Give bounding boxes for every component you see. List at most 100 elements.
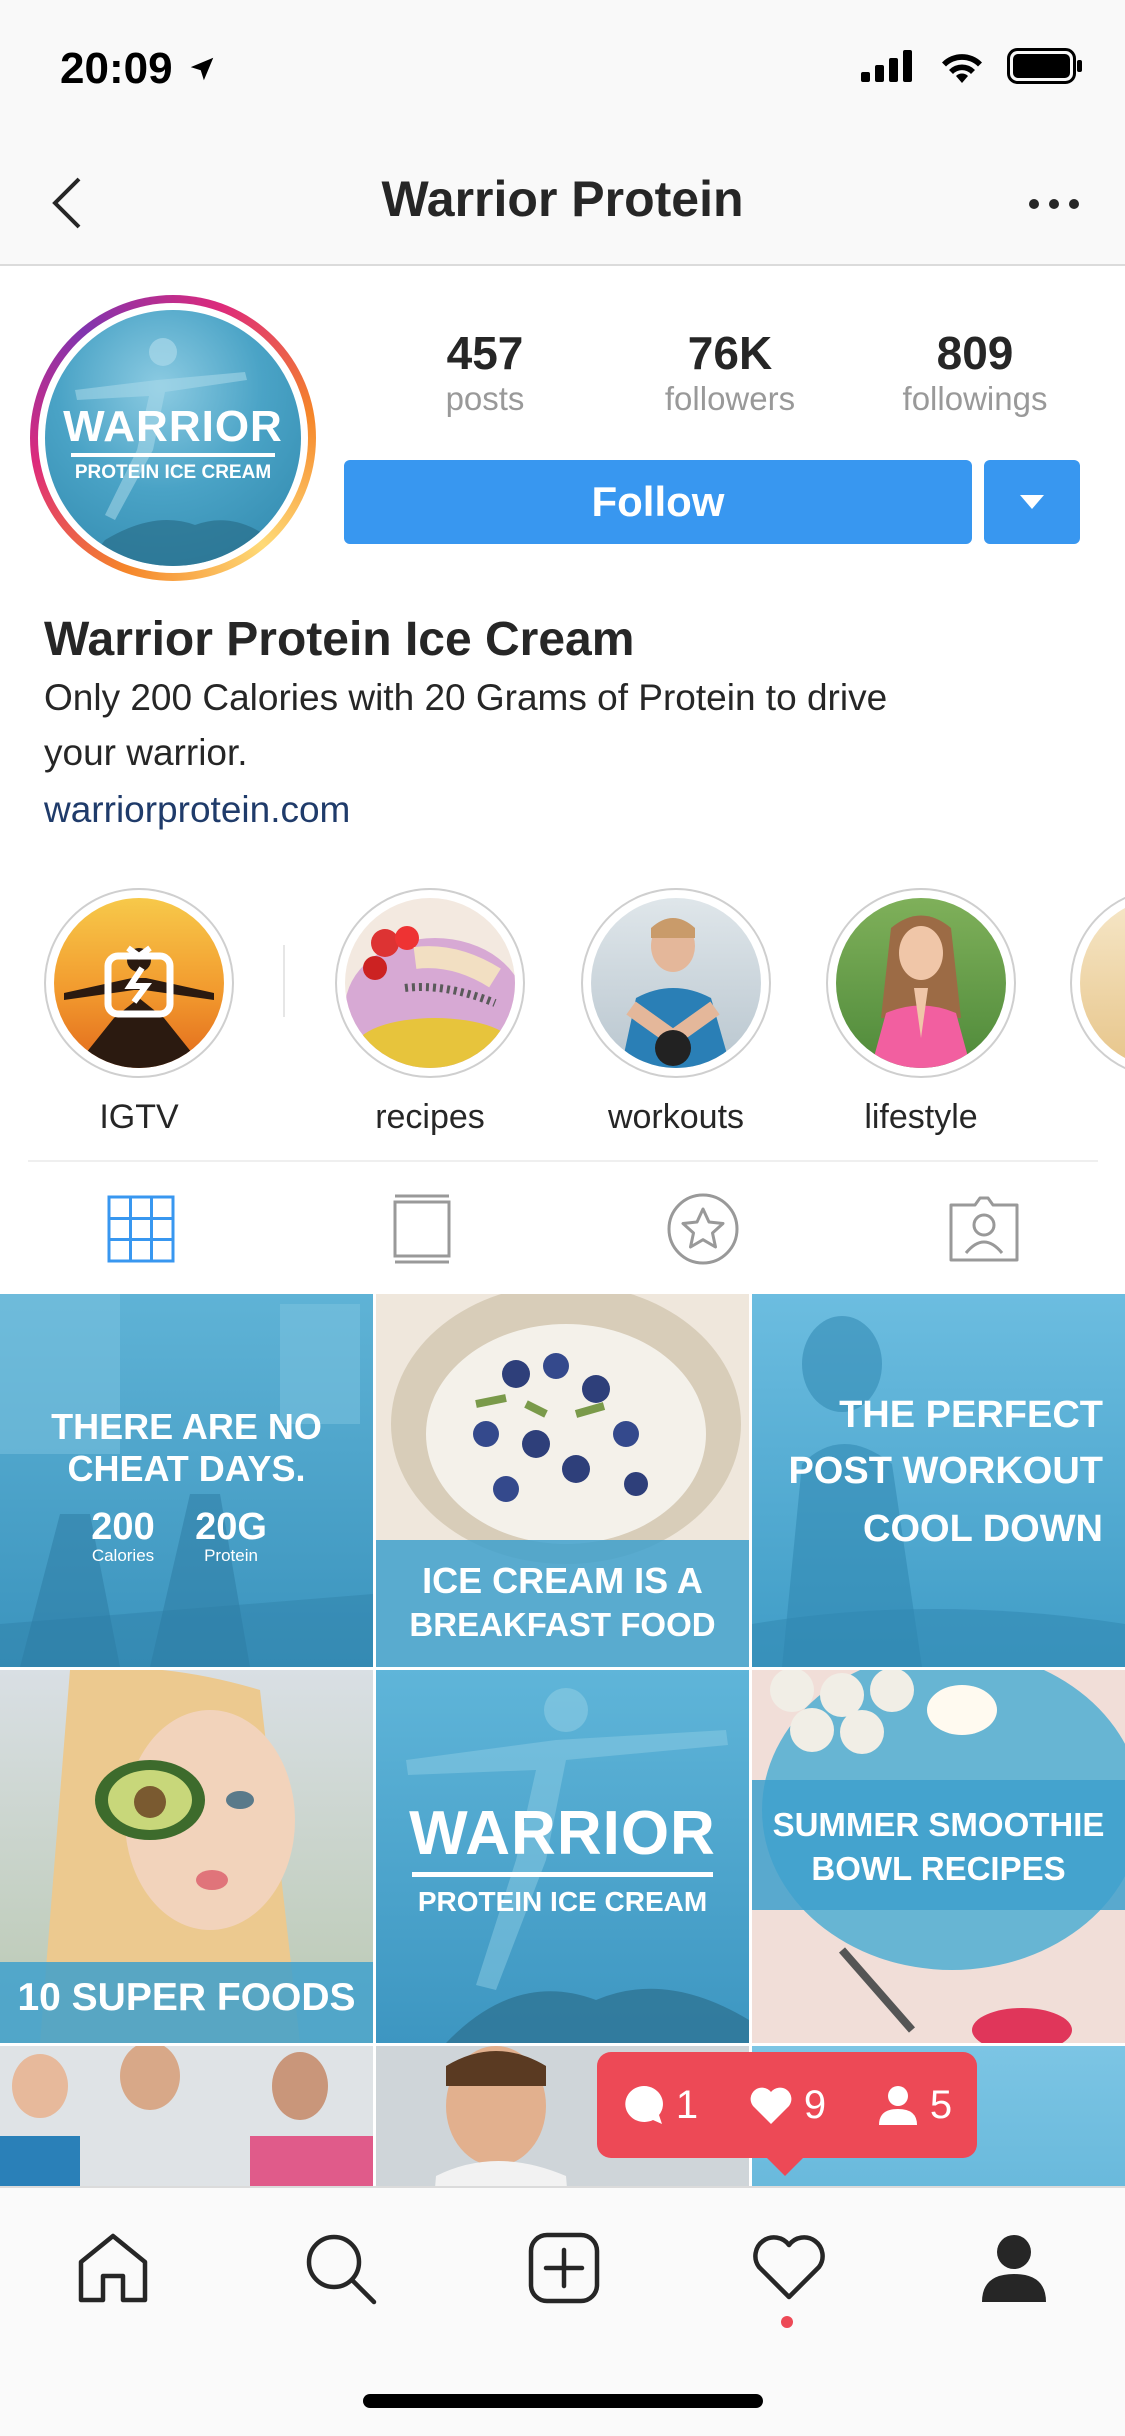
post-protein-label: Protein	[204, 1546, 258, 1565]
section-divider	[28, 1160, 1098, 1162]
post-protein-value: 20G	[195, 1506, 267, 1548]
post-warrior-logo[interactable]: WARRIOR PROTEIN ICE CREAM	[376, 1670, 749, 2043]
workout-image	[621, 918, 731, 1068]
activity-notification[interactable]: 1 9 5	[597, 2052, 977, 2176]
notification-pointer	[765, 2156, 805, 2176]
post-logo-text: WARRIOR	[409, 1799, 716, 1868]
avatar-logo-subtext: PROTEIN ICE CREAM	[74, 462, 272, 483]
more-dot-icon	[1029, 199, 1039, 209]
stat-value: 76K	[687, 327, 773, 379]
search-tab[interactable]	[302, 2230, 378, 2311]
highlight-cover	[591, 898, 761, 1068]
page-title: Warrior Protein	[381, 171, 744, 227]
status-bar: 20:09	[0, 0, 1125, 140]
star-icon	[667, 1193, 739, 1265]
highlight-cover	[345, 898, 515, 1068]
activity-indicator-dot	[781, 2316, 793, 2328]
stat-label: followers	[664, 380, 796, 417]
notification-count: 9	[803, 2082, 827, 2127]
highlight-partial[interactable]	[1068, 888, 1125, 1078]
profile-avatar[interactable]: WARRIOR PROTEIN ICE CREAM	[30, 295, 316, 581]
post-logo-subtext: PROTEIN ICE CREAM	[417, 1886, 708, 1917]
clock: 20:09	[60, 44, 173, 93]
post-text-line: BOWL RECIPES	[811, 1850, 1066, 1887]
new-post-tab[interactable]	[528, 2232, 600, 2309]
profile-icon	[981, 2235, 1046, 2302]
post-text-line: BREAKFAST FOOD	[409, 1606, 716, 1643]
profile-tabs	[0, 1164, 1125, 1294]
battery-icon	[1007, 48, 1082, 84]
signal-icon	[861, 50, 912, 82]
highlight-ring	[826, 888, 1016, 1078]
profile-description: Only 200 Calories with 20 Grams of Prote…	[44, 677, 888, 773]
post-breakfast-food[interactable]: ICE CREAM IS A BREAKFAST FOOD	[376, 1294, 749, 1667]
post-calories-label: Calories	[91, 1546, 155, 1565]
tab-tagged[interactable]	[844, 1164, 1125, 1294]
caret-down-icon	[1020, 495, 1044, 509]
profile-tab[interactable]	[978, 2232, 1050, 2309]
activity-heart-icon	[753, 2235, 825, 2300]
suggested-accounts-dropdown-button[interactable]	[984, 460, 1080, 544]
tab-saved[interactable]	[563, 1164, 844, 1294]
stat-label: followings	[902, 380, 1048, 417]
activity-tab[interactable]	[751, 2233, 827, 2308]
stat-followers[interactable]: 76K followers	[625, 328, 835, 420]
home-indicator[interactable]	[363, 2394, 763, 2408]
more-dot-icon	[1049, 199, 1059, 209]
tagged-icon	[949, 1196, 1019, 1262]
highlight-cover	[836, 898, 1006, 1068]
home-icon	[79, 2233, 148, 2303]
highlight-ring	[1070, 888, 1125, 1078]
post-text-line: POST WORKOUT	[788, 1450, 1103, 1492]
comment-bubble-icon	[625, 2086, 663, 2124]
wifi-icon	[942, 54, 982, 83]
highlight-workouts[interactable]: workouts	[579, 888, 773, 1137]
follow-button[interactable]: Follow	[344, 460, 972, 544]
grid-icon	[107, 1195, 175, 1263]
status-indicators	[861, 48, 1083, 84]
notification-count: 5	[929, 2082, 953, 2127]
igtv-icon	[64, 945, 214, 1068]
smoothie-bowl-image	[345, 926, 515, 1068]
profile-stats: 457 posts 76K followers 809 followings	[380, 328, 1080, 420]
highlight-recipes[interactable]: recipes	[333, 888, 527, 1137]
home-tab[interactable]	[75, 2230, 151, 2311]
highlight-cover	[54, 898, 224, 1068]
avatar-border: WARRIOR PROTEIN ICE CREAM	[38, 303, 308, 573]
post-text-line: THE PERFECT	[839, 1394, 1103, 1436]
tab-feed[interactable]	[281, 1164, 562, 1294]
stat-posts[interactable]: 457 posts	[380, 328, 590, 420]
highlight-separator	[283, 945, 285, 1017]
post-text-line: 10 SUPER FOODS	[17, 1976, 356, 2019]
highlight-label: IGTV	[99, 1098, 179, 1136]
heart-icon	[750, 2087, 792, 2124]
post-cool-down[interactable]: THE PERFECT POST WORKOUT COOL DOWN	[752, 1294, 1125, 1667]
post-calories-value: 200	[91, 1506, 155, 1548]
yoga-image	[871, 915, 971, 1068]
add-post-icon	[529, 2232, 600, 2304]
post-smoothie-bowl[interactable]: SUMMER SMOOTHIE BOWL RECIPES	[752, 1670, 1125, 2043]
highlight-lifestyle[interactable]: lifestyle	[824, 888, 1018, 1137]
feed-icon	[393, 1194, 451, 1264]
post-text-line: THERE ARE NO	[51, 1406, 322, 1447]
highlight-label: lifestyle	[864, 1098, 978, 1136]
person-icon	[878, 2086, 917, 2125]
highlight-label: workouts	[607, 1098, 745, 1136]
stat-value: 809	[936, 327, 1014, 379]
highlight-igtv[interactable]: IGTV	[42, 888, 236, 1137]
post-text-line: SUMMER SMOOTHIE	[772, 1806, 1105, 1843]
avatar-image: WARRIOR PROTEIN ICE CREAM	[45, 310, 301, 566]
notification-follows: 5	[876, 2083, 952, 2128]
notification-comments: 1	[622, 2083, 698, 2128]
post-super-foods[interactable]: 10 SUPER FOODS	[0, 1670, 373, 2043]
stat-followings[interactable]: 809 followings	[870, 328, 1080, 420]
profile-header-bar: Warrior Protein	[0, 140, 1125, 266]
profile-website-link[interactable]: warriorprotein.com	[44, 780, 1084, 840]
status-time: 20:09	[60, 44, 217, 94]
more-options-button[interactable]	[1019, 174, 1089, 234]
post-text-line: ICE CREAM IS A	[422, 1560, 703, 1601]
post-no-cheat-days[interactable]: THERE ARE NO CHEAT DAYS. 200 Calories 20…	[0, 1294, 373, 1667]
post-caption-band	[752, 1780, 1125, 1910]
highlight-ring	[335, 888, 525, 1078]
tab-grid[interactable]	[0, 1164, 281, 1294]
